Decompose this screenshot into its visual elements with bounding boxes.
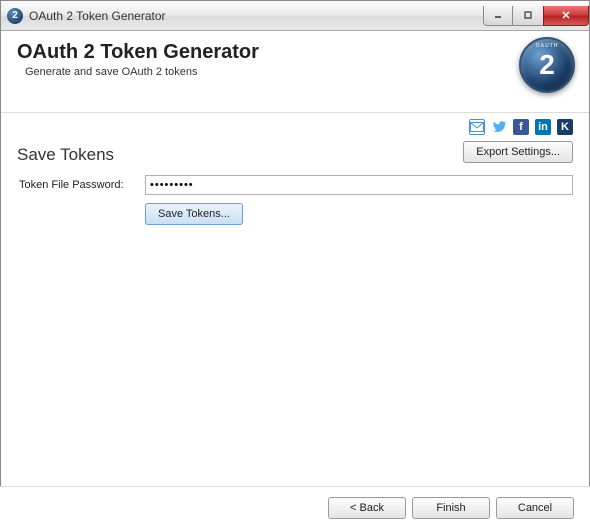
content-area: Save Tokens Export Settings... Token Fil…: [1, 139, 589, 231]
page-subtitle: Generate and save OAuth 2 tokens: [25, 66, 573, 78]
window-controls: [483, 6, 589, 26]
password-row: Token File Password:: [17, 175, 573, 195]
mail-icon[interactable]: [469, 119, 485, 135]
social-icons: f in K: [1, 113, 589, 139]
window-title: OAuth 2 Token Generator: [29, 9, 166, 23]
header: OAuth 2 Token Generator Generate and sav…: [1, 31, 589, 113]
cancel-button[interactable]: Cancel: [496, 497, 574, 519]
maximize-button[interactable]: [513, 6, 543, 26]
save-row: Save Tokens...: [145, 203, 573, 225]
twitter-icon[interactable]: [491, 119, 507, 135]
titlebar: 2 OAuth 2 Token Generator: [1, 1, 589, 31]
app-icon: 2: [7, 8, 23, 24]
facebook-icon[interactable]: f: [513, 119, 529, 135]
export-settings-button[interactable]: Export Settings...: [463, 141, 573, 163]
finish-button[interactable]: Finish: [412, 497, 490, 519]
k-icon[interactable]: K: [557, 119, 573, 135]
close-button[interactable]: [543, 6, 589, 26]
back-button[interactable]: < Back: [328, 497, 406, 519]
linkedin-icon[interactable]: in: [535, 119, 551, 135]
oauth2-logo: 2: [519, 37, 575, 93]
wizard-footer: < Back Finish Cancel: [0, 486, 590, 529]
token-file-password-input[interactable]: [145, 175, 573, 195]
save-tokens-button[interactable]: Save Tokens...: [145, 203, 243, 225]
password-label: Token File Password:: [17, 179, 145, 191]
page-title: OAuth 2 Token Generator: [17, 41, 573, 64]
logo-digit: 2: [539, 49, 555, 81]
minimize-button[interactable]: [483, 6, 513, 26]
